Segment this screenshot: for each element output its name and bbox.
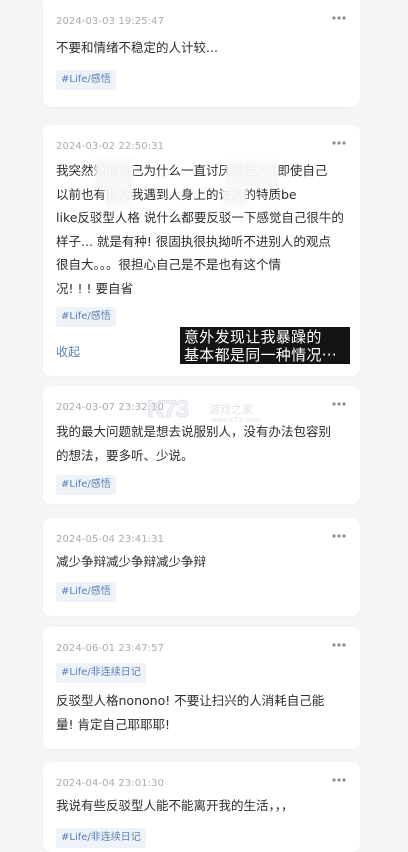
more-dots-icon[interactable] [330,398,348,410]
redaction-blur [105,183,133,207]
memo-content-line: 样子... 就是有种! 很固执很执拗听不进别人的观点 [56,233,331,249]
caption-line: 基本都是同一种情况··· [184,346,337,364]
memo-content-line: 况! ! ! 要自省 [56,280,133,296]
watermark-url: www.k73.com [211,416,260,424]
memo-content: 我说有些反驳型人能不能离开我的生活，，， [56,798,294,813]
memo-content-line: 的想法，要多听、少说。 [56,447,194,463]
redaction-blur [223,185,247,207]
watermark-text: 游戏之家 [209,403,253,416]
memo-content: 减少争辩减少争辩减少争辩 [56,554,207,569]
collapse-link[interactable]: 收起 [56,343,80,360]
more-dots-icon[interactable] [330,12,348,24]
memo-content: 反驳型人格nonono! 不要让扫兴的人消耗自己能 量! 肯定自己耶耶耶! [56,689,350,736]
watermark: K73 游戏之家 www.k73.com [146,392,277,434]
memo-tag[interactable]: #Life/感悟 [56,70,116,90]
watermark-logo: K73 [146,396,189,424]
more-dots-icon[interactable] [330,137,348,149]
memo-content: 不要和情绪不稳定的人计较... [56,40,218,55]
memo-card[interactable]: 2024-06-01 23:47:57 #Life/非连续日记 反驳型人格non… [43,627,360,749]
memo-tag[interactable]: #Life/感悟 [56,475,116,495]
memo-content-line: 量! 肯定自己耶耶耶! [56,716,170,732]
memo-date: 2024-06-01 23:47:57 [56,643,165,654]
memo-date: 2024-04-04 23:01:30 [56,778,165,789]
memo-content-line: 反驳型人格nonono! 不要让扫兴的人消耗自己能 [56,693,325,708]
more-dots-icon[interactable] [330,639,348,651]
memo-date: 2024-03-03 19:25:47 [56,16,165,27]
memo-card[interactable]: 2024-03-03 19:25:47 不要和情绪不稳定的人计较... #Lif… [43,0,360,107]
memo-date: 2024-03-02 22:50:31 [56,141,165,152]
memo-tag[interactable]: #Life/感悟 [56,582,116,602]
more-dots-icon[interactable] [330,530,348,542]
memo-content-line: like反驳型人格 说什么都要反驳一下感觉自己很牛的 [56,210,344,225]
caption-overlay: 意外发现让我暴躁的 基本都是同一种情况··· [180,327,350,364]
memo-tag[interactable]: #Life/非连续日记 [56,828,146,848]
memo-tag[interactable]: #Life/非连续日记 [56,663,146,683]
memo-date: 2024-05-04 23:41:31 [56,534,165,545]
redaction-blur [226,161,278,187]
more-dots-icon[interactable] [330,774,348,786]
caption-line: 意外发现让我暴躁的 [184,328,322,346]
memo-card[interactable]: 2024-05-04 23:41:31 减少争辩减少争辩减少争辩 #Life/感… [43,518,360,616]
memo-content-line: 很自大。。。很担心自己是不是也有这个情 [56,257,282,272]
memo-card[interactable]: 2024-04-04 23:01:30 我说有些反驳型人能不能离开我的生活，，，… [43,762,360,852]
memo-tag[interactable]: #Life/感悟 [56,307,116,327]
